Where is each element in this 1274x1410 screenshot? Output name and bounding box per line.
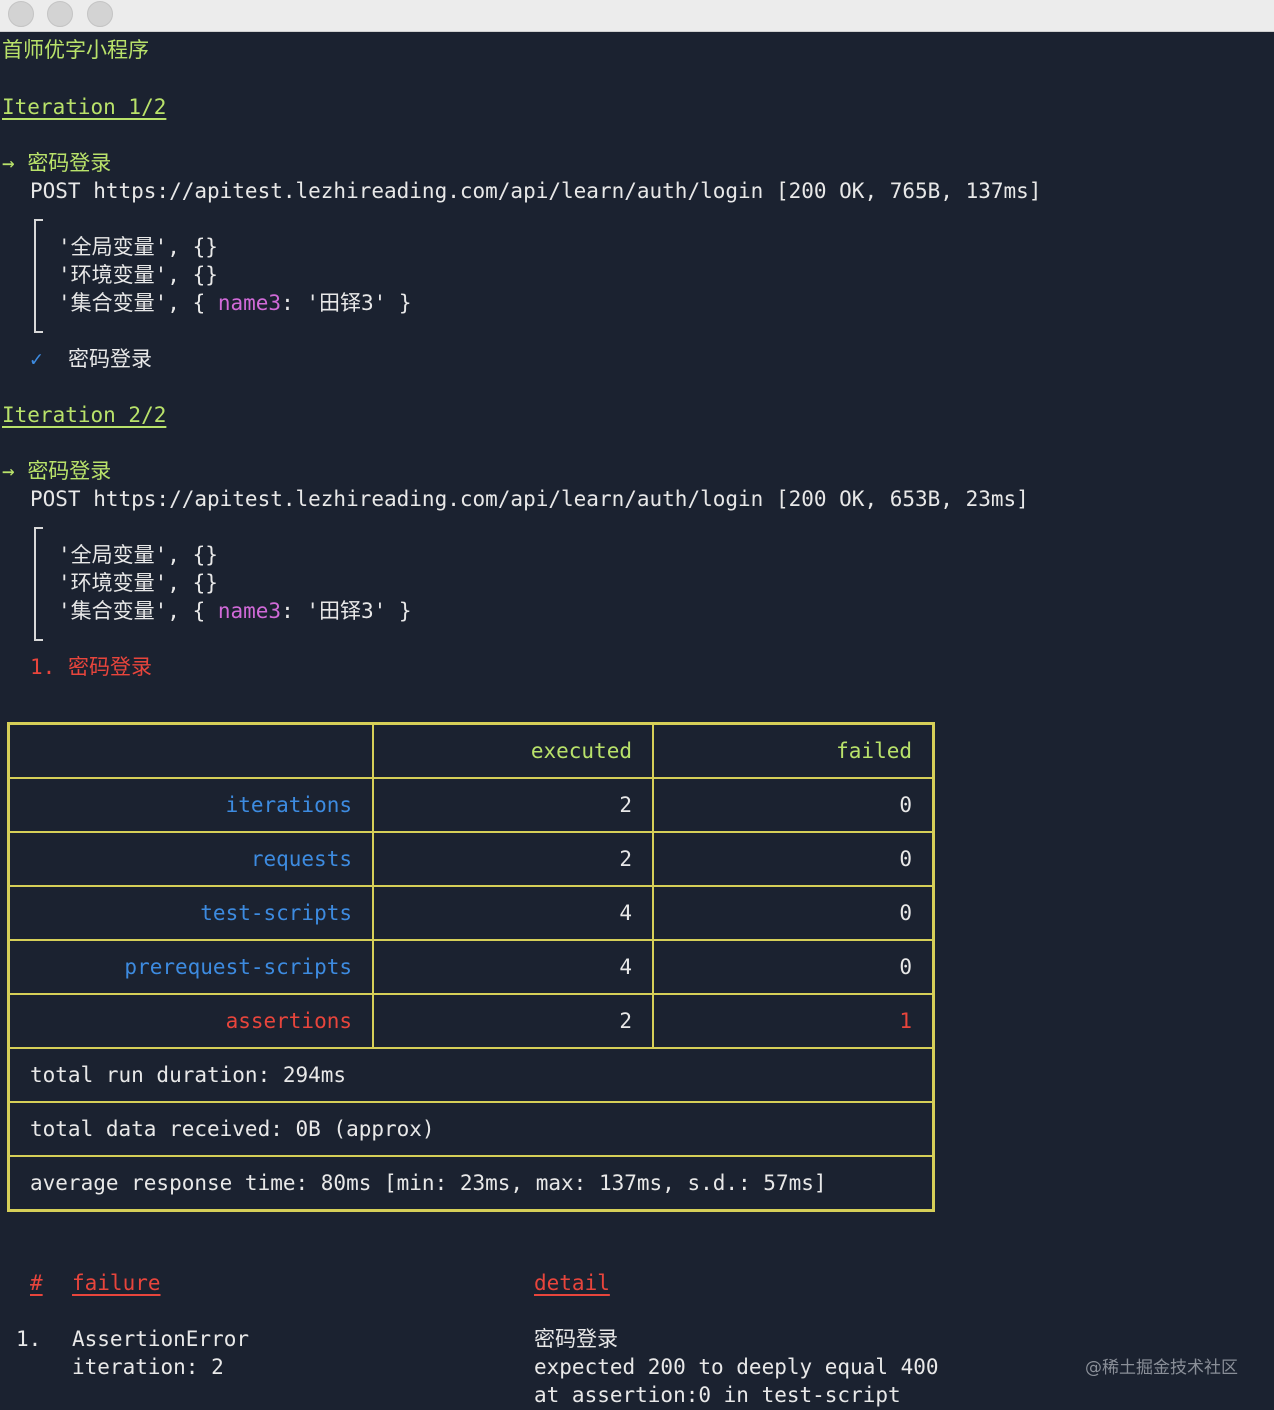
console-bracket: [34, 219, 43, 333]
summary-row: iterations 2 0: [7, 777, 935, 833]
summary-header-row: executed failed: [7, 722, 935, 779]
failure-type: AssertionError: [72, 1327, 250, 1351]
terminal-output[interactable]: 首师优字小程序 Iteration 1/2 → 密码登录 POST https:…: [0, 31, 1274, 1410]
summary-row-executed: 2: [372, 831, 654, 887]
check-icon: ✓: [30, 347, 43, 371]
summary-row-failed: 0: [652, 831, 935, 887]
failure-detail-message: expected 200 to deeply equal 400: [534, 1355, 939, 1379]
zoom-window-button[interactable]: [87, 1, 113, 27]
average-response-time: average response time: 80ms [min: 23ms, …: [7, 1155, 935, 1212]
failure-detail-title: 密码登录: [534, 1327, 618, 1351]
total-data-received: total data received: 0B (approx): [7, 1101, 935, 1157]
total-run-duration: total run duration: 294ms: [7, 1047, 935, 1103]
summary-row-failed: 1: [652, 993, 935, 1049]
summary-row-label: requests: [7, 831, 374, 887]
failure-col-detail: detail: [534, 1271, 610, 1295]
failure-iteration: iteration: 2: [72, 1355, 224, 1379]
console-log-env: '环境变量', {}: [58, 263, 218, 287]
console-log-prefix: '集合变量', {: [58, 599, 218, 623]
summary-row-label: prerequest-scripts: [7, 939, 374, 995]
failure-detail-location: at assertion:0 in test-script: [534, 1383, 901, 1407]
failure-number: 1.: [16, 1327, 42, 1351]
request-name: 密码登录: [27, 151, 112, 175]
summary-row-executed: 4: [372, 939, 654, 995]
summary-row: test-scripts 4 0: [7, 885, 935, 941]
summary-row: requests 2 0: [7, 831, 935, 887]
console-log-global: '全局变量', {}: [58, 543, 218, 567]
summary-row-failed: 0: [652, 777, 935, 833]
summary-duration-row: total run duration: 294ms: [7, 1047, 935, 1103]
arrow-icon: →: [2, 459, 15, 483]
summary-response-row: average response time: 80ms [min: 23ms, …: [7, 1155, 935, 1212]
request-header: → 密码登录: [2, 149, 111, 177]
watermark: @稀土掘金技术社区: [1085, 1358, 1238, 1378]
arrow-icon: →: [2, 151, 15, 175]
summary-header-executed: executed: [372, 722, 654, 779]
test-name: 密码登录: [67, 347, 152, 371]
collection-title: 首师优字小程序: [2, 38, 149, 62]
summary-row-label: assertions: [7, 993, 374, 1049]
console-log-collection: '集合变量', { name3: '田铎3' }: [58, 597, 412, 625]
summary-row: prerequest-scripts 4 0: [7, 939, 935, 995]
summary-row-failed: 0: [652, 939, 935, 995]
minimize-window-button[interactable]: [47, 1, 73, 27]
failure-number: 1.: [30, 655, 56, 679]
summary-row-label: test-scripts: [7, 885, 374, 941]
iteration-heading: Iteration 2/2: [2, 403, 167, 427]
console-log-key: name3: [217, 291, 282, 315]
summary-data-row: total data received: 0B (approx): [7, 1101, 935, 1157]
summary-header-blank: [7, 722, 374, 779]
test-name: 密码登录: [67, 655, 152, 679]
summary-row-executed: 2: [372, 993, 654, 1049]
summary-row-executed: 2: [372, 777, 654, 833]
console-log-env: '环境变量', {}: [58, 571, 218, 595]
failed-test-result: 1. 密码登录: [30, 653, 152, 681]
summary-row-failed: 0: [652, 885, 935, 941]
request-name: 密码登录: [27, 459, 112, 483]
window-titlebar: [0, 0, 1274, 32]
summary-table: executed failed iterations 2 0 requests …: [7, 722, 935, 1212]
request-line: POST https://apitest.lezhireading.com/ap…: [30, 179, 1042, 203]
summary-row-executed: 4: [372, 885, 654, 941]
summary-header-failed: failed: [652, 722, 935, 779]
summary-row-label: iterations: [7, 777, 374, 833]
console-log-collection: '集合变量', { name3: '田铎3' }: [58, 289, 412, 317]
failure-col-failure: failure: [72, 1271, 161, 1295]
console-log-key: name3: [217, 599, 282, 623]
iteration-heading: Iteration 1/2: [2, 95, 167, 119]
test-result: ✓ 密码登录: [30, 345, 152, 373]
console-bracket: [34, 527, 43, 641]
failure-col-number: #: [30, 1271, 43, 1295]
console-log-suffix: : '田铎3' }: [281, 599, 412, 623]
request-header: → 密码登录: [2, 457, 111, 485]
console-log-suffix: : '田铎3' }: [281, 291, 412, 315]
console-log-prefix: '集合变量', {: [58, 291, 218, 315]
request-line: POST https://apitest.lezhireading.com/ap…: [30, 487, 1029, 511]
console-log-global: '全局变量', {}: [58, 235, 218, 259]
close-window-button[interactable]: [8, 1, 34, 27]
summary-row-assertions: assertions 2 1: [7, 993, 935, 1049]
